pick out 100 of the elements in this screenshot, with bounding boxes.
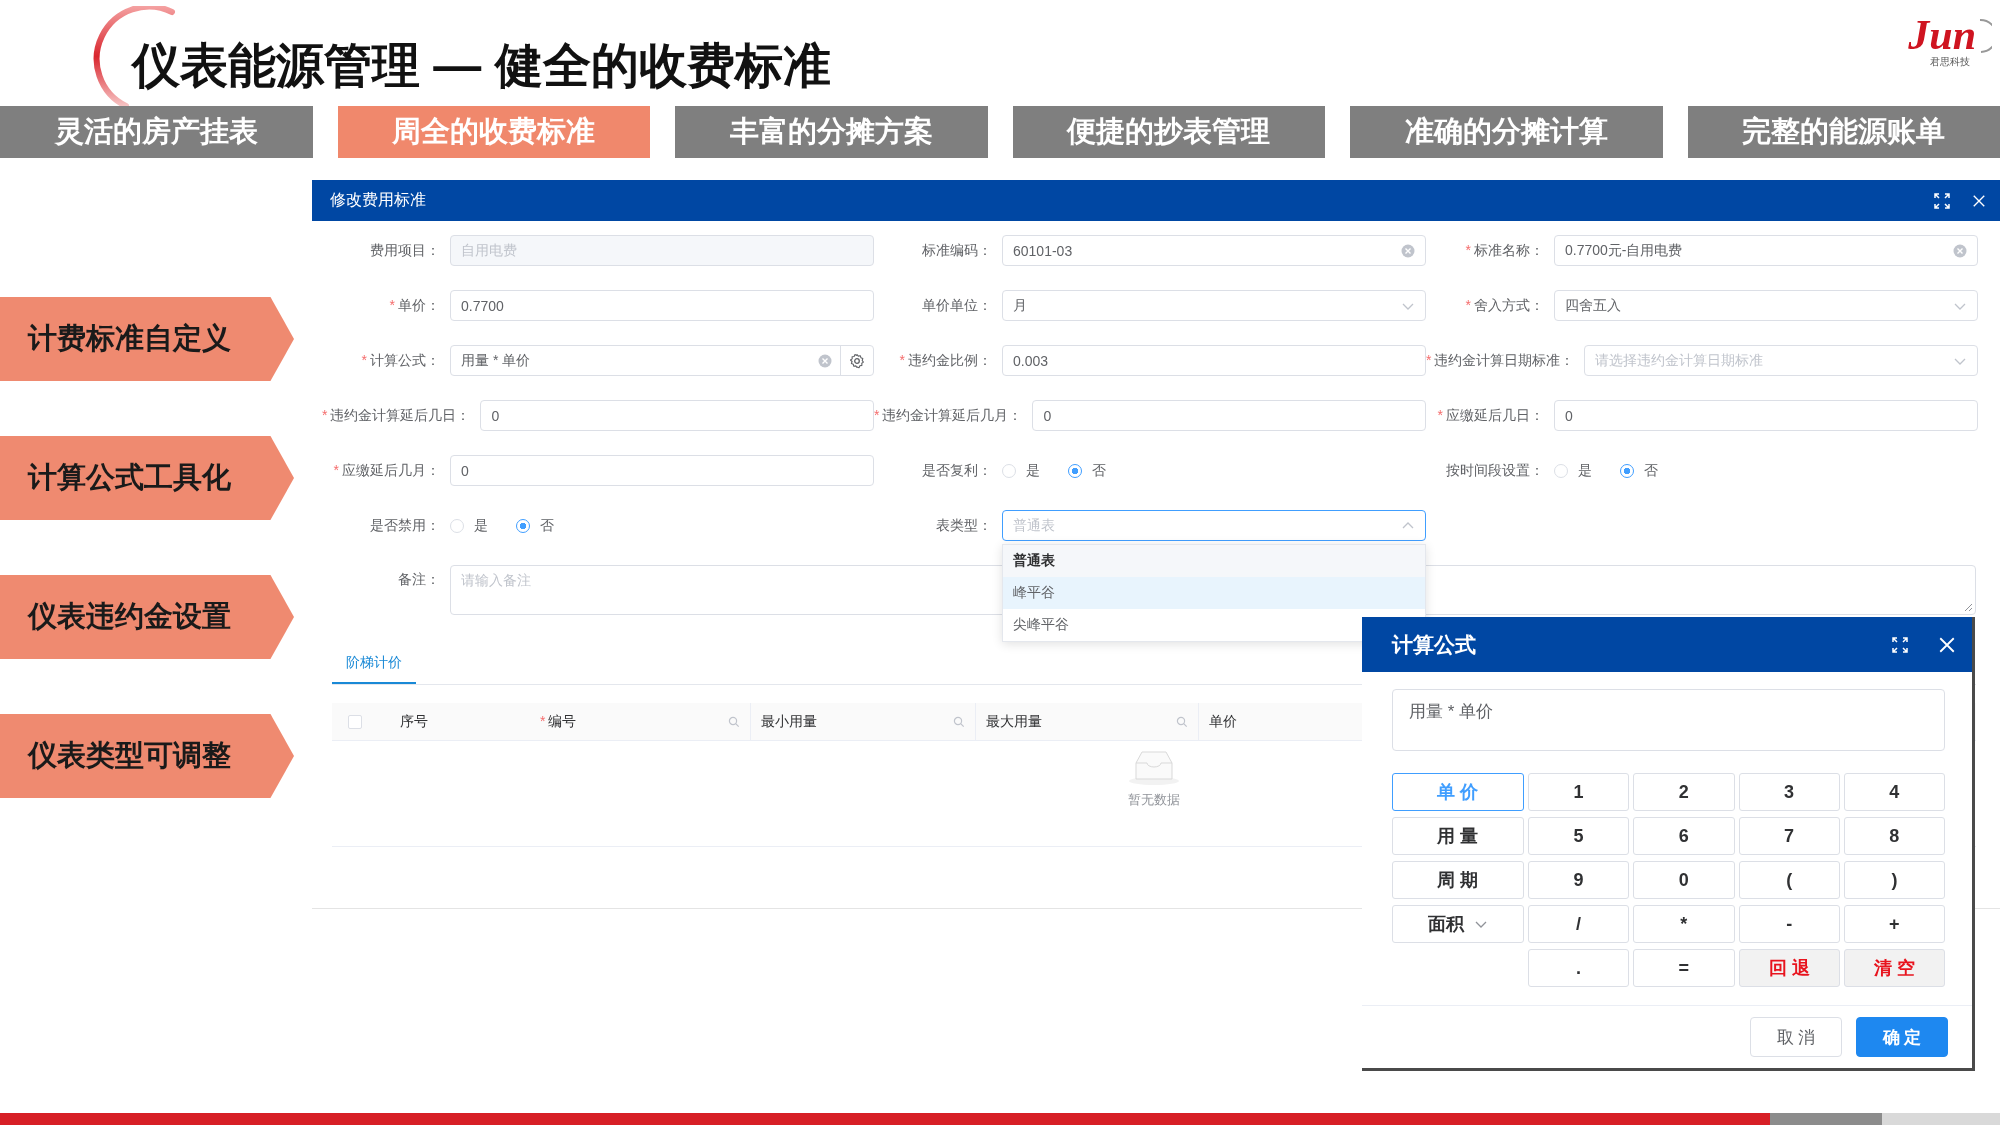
fullscreen-icon[interactable] bbox=[1892, 636, 1908, 653]
key-button[interactable]: 6 bbox=[1633, 817, 1735, 855]
clear-icon[interactable] bbox=[818, 353, 832, 368]
key-button[interactable]: 0 bbox=[1633, 861, 1735, 899]
key-button[interactable]: 9 bbox=[1528, 861, 1630, 899]
key-button[interactable]: 4 bbox=[1843, 773, 1945, 811]
key-button[interactable]: 回 退 bbox=[1738, 949, 1840, 987]
column-header: 序号 bbox=[400, 712, 429, 731]
search-icon[interactable] bbox=[728, 715, 740, 728]
section-tab[interactable]: 准确的分摊计算 bbox=[1350, 106, 1663, 158]
field-label: * 违约金计算延后几日： bbox=[322, 406, 472, 425]
variable-select[interactable]: 面积 bbox=[1392, 905, 1524, 943]
select-field[interactable]: 月 bbox=[1002, 290, 1426, 321]
section-tab[interactable]: 丰富的分摊方案 bbox=[675, 106, 988, 158]
settings-icon[interactable] bbox=[849, 352, 865, 369]
column-header: 最小用量 bbox=[761, 712, 818, 731]
column-header: * 编号 bbox=[540, 712, 578, 731]
section-tab[interactable]: 便捷的抄表管理 bbox=[1012, 106, 1325, 158]
field-label: 是否禁用： bbox=[369, 516, 441, 535]
key-button[interactable]: 2 bbox=[1633, 773, 1735, 811]
key-button[interactable]: ) bbox=[1843, 861, 1945, 899]
feature-label: 计算公式工具化 bbox=[0, 436, 294, 520]
key-button[interactable]: - bbox=[1738, 905, 1840, 943]
tab[interactable]: 阶梯计价 bbox=[332, 654, 416, 684]
text-field[interactable]: 0 bbox=[480, 400, 874, 431]
search-icon[interactable] bbox=[953, 715, 965, 728]
key-button[interactable]: ( bbox=[1738, 861, 1840, 899]
close-icon[interactable] bbox=[1972, 193, 1986, 208]
field-label: * 标准名称： bbox=[1464, 241, 1545, 260]
feature-label: 计费标准自定义 bbox=[0, 297, 294, 381]
confirm-button[interactable]: 确 定 bbox=[1856, 1017, 1948, 1057]
column-header: 单价 bbox=[1209, 712, 1238, 731]
search-icon[interactable] bbox=[1176, 715, 1188, 728]
radio-label: 是 bbox=[1026, 461, 1040, 480]
column-header: 最大用量 bbox=[986, 712, 1043, 731]
resize-handle-icon[interactable] bbox=[1964, 603, 1973, 612]
section-tab[interactable]: 完整的能源账单 bbox=[1687, 106, 2000, 158]
radio-label: 否 bbox=[540, 516, 554, 535]
field-label: * 违约金比例： bbox=[898, 351, 993, 370]
key-button[interactable]: 1 bbox=[1528, 773, 1630, 811]
cancel-button[interactable]: 取 消 bbox=[1750, 1017, 1842, 1057]
feature-label: 仪表违约金设置 bbox=[0, 575, 294, 659]
text-field[interactable]: 0 bbox=[1032, 400, 1426, 431]
key-button[interactable]: . bbox=[1528, 949, 1630, 987]
logo-swoosh-icon bbox=[1978, 16, 1992, 56]
formula-input[interactable]: 用量 * 单价 bbox=[1392, 689, 1945, 751]
key-button[interactable]: = bbox=[1633, 949, 1735, 987]
radio-button[interactable] bbox=[1068, 463, 1082, 478]
logo-text: Jun bbox=[1908, 14, 1976, 56]
key-button[interactable]: 8 bbox=[1843, 817, 1945, 855]
key-button[interactable]: + bbox=[1843, 905, 1945, 943]
key-button[interactable]: 7 bbox=[1738, 817, 1840, 855]
fullscreen-icon[interactable] bbox=[1934, 192, 1950, 209]
dropdown-option[interactable]: 峰平谷 bbox=[1003, 577, 1425, 609]
radio-label: 否 bbox=[1644, 461, 1658, 480]
text-field[interactable]: 0 bbox=[1554, 400, 1978, 431]
radio-label: 是 bbox=[1578, 461, 1592, 480]
field-label: 单价单位： bbox=[921, 296, 993, 315]
radio-button[interactable] bbox=[516, 518, 530, 533]
text-field[interactable]: 0.003 bbox=[1002, 345, 1426, 376]
text-field[interactable]: 0.7700元-自用电费 bbox=[1554, 235, 1978, 266]
field-label: 按时间段设置： bbox=[1445, 461, 1545, 480]
section-tab[interactable]: 灵活的房产挂表 bbox=[0, 106, 313, 158]
text-field[interactable]: 0.7700 bbox=[450, 290, 874, 321]
key-button[interactable]: 3 bbox=[1738, 773, 1840, 811]
clear-icon[interactable] bbox=[1953, 243, 1967, 258]
variable-button[interactable]: 用 量 bbox=[1392, 817, 1524, 855]
radio-label: 否 bbox=[1092, 461, 1106, 480]
field-label: 是否复利： bbox=[921, 461, 993, 480]
clear-icon[interactable] bbox=[1401, 243, 1415, 258]
radio-label: 是 bbox=[474, 516, 488, 535]
field-label: * 应缴延后几日： bbox=[1436, 406, 1545, 425]
field-label: 标准编码： bbox=[921, 241, 993, 260]
checkbox[interactable] bbox=[348, 714, 362, 729]
field-label: 表类型： bbox=[935, 516, 993, 535]
variable-button[interactable]: 周 期 bbox=[1392, 861, 1524, 899]
field-label: * 应缴延后几月： bbox=[332, 461, 441, 480]
text-field[interactable]: 60101-03 bbox=[1002, 235, 1426, 266]
select-field[interactable]: 四舍五入 bbox=[1554, 290, 1978, 321]
field-label: * 计算公式： bbox=[360, 351, 441, 370]
field-label: 费用项目： bbox=[369, 241, 441, 260]
feature-label: 仪表类型可调整 bbox=[0, 714, 294, 798]
field-label: 备注： bbox=[397, 570, 441, 589]
radio-button[interactable] bbox=[1620, 463, 1634, 478]
empty-tray-icon bbox=[1128, 749, 1180, 785]
key-button[interactable]: 清 空 bbox=[1843, 949, 1945, 987]
slide-title: 仪表能源管理 — 健全的收费标准 bbox=[132, 38, 831, 94]
key-button[interactable]: 5 bbox=[1528, 817, 1630, 855]
field-label: * 违约金计算延后几月： bbox=[874, 406, 1024, 425]
key-button[interactable]: / bbox=[1528, 905, 1630, 943]
field-label: * 违约金计算日期标准： bbox=[1426, 351, 1576, 370]
dialog-title: 计算公式 bbox=[1392, 631, 1477, 658]
formula-field[interactable]: 用量 * 单价 bbox=[450, 345, 874, 376]
logo-caption: 君思科技 bbox=[1930, 56, 1971, 68]
dropdown-option[interactable]: 普通表 bbox=[1003, 545, 1425, 577]
key-button[interactable]: * bbox=[1633, 905, 1735, 943]
text-field[interactable]: 0 bbox=[450, 455, 874, 486]
field-label: * 单价： bbox=[388, 296, 441, 315]
field-label: * 舍入方式： bbox=[1464, 296, 1545, 315]
close-icon[interactable] bbox=[1938, 635, 1956, 654]
